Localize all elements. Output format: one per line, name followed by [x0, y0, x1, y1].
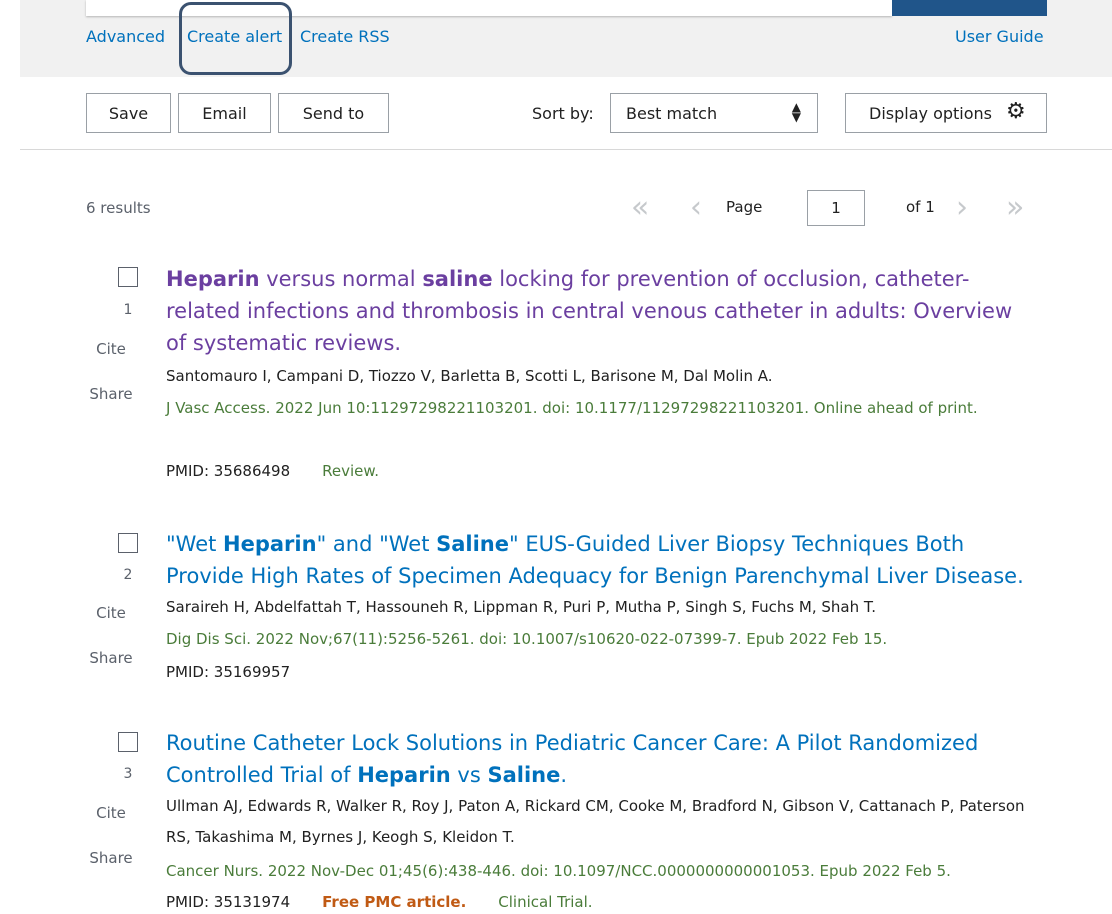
share-button[interactable]: Share — [86, 649, 136, 667]
article-title[interactable]: "Wet Heparin" and "Wet Saline" EUS-Guide… — [166, 528, 1036, 592]
article-publication-type: Clinical Trial. — [498, 893, 593, 911]
share-button[interactable]: Share — [86, 385, 136, 403]
free-pmc-badge[interactable]: Free PMC article. — [322, 893, 466, 911]
results-count: 6 results — [86, 199, 151, 217]
article-pmid: PMID: 35131974 — [166, 893, 291, 911]
article-meta: PMID: 35169957 — [166, 663, 290, 681]
divider — [20, 149, 1112, 150]
previous-page-icon[interactable]: ‹ — [690, 193, 702, 223]
next-page-icon[interactable]: › — [956, 193, 968, 223]
cite-button[interactable]: Cite — [86, 604, 136, 622]
sort-by-label: Sort by: — [532, 104, 594, 123]
page-total-label: of 1 — [906, 198, 935, 216]
article-pmid: PMID: 35169957 — [166, 663, 291, 681]
page-label: Page — [726, 198, 763, 216]
advanced-link[interactable]: Advanced — [86, 27, 165, 46]
page-number-input[interactable] — [807, 190, 865, 226]
sort-select[interactable]: Best match ▲ ▼ — [610, 93, 818, 133]
share-button[interactable]: Share — [86, 849, 136, 867]
article-number: 1 — [123, 302, 133, 318]
search-button[interactable] — [892, 0, 1047, 16]
article-citation: Cancer Nurs. 2022 Nov-Dec 01;45(6):438-4… — [166, 862, 951, 880]
article-publication-type: Review. — [322, 462, 380, 480]
display-options-label: Display options — [869, 104, 992, 123]
article-meta: PMID: 35686498 Review. — [166, 462, 379, 480]
gear-icon: ⚙ — [1006, 99, 1026, 124]
article-title[interactable]: Heparin versus normal saline locking for… — [166, 263, 1036, 359]
article-authors: Saraireh H, Abdelfattah T, Hassouneh R, … — [166, 598, 877, 616]
email-button[interactable]: Email — [178, 93, 271, 133]
article-checkbox[interactable] — [118, 267, 138, 287]
article-meta: PMID: 35131974 Free PMC article. Clinical … — [166, 893, 593, 911]
cite-button[interactable]: Cite — [86, 340, 136, 358]
last-page-icon[interactable]: » — [1006, 193, 1024, 223]
display-options-button[interactable]: Display options ⚙ — [845, 93, 1047, 133]
highlight-annotation-box — [179, 2, 292, 75]
article-checkbox[interactable] — [118, 533, 138, 553]
article-checkbox[interactable] — [118, 732, 138, 752]
sort-select-value: Best match — [626, 104, 718, 123]
article-title[interactable]: Routine Catheter Lock Solutions in Pedia… — [166, 727, 1036, 791]
article-number: 2 — [123, 567, 133, 583]
save-button[interactable]: Save — [86, 93, 171, 133]
user-guide-link[interactable]: User Guide — [955, 27, 1044, 46]
cite-button[interactable]: Cite — [86, 804, 136, 822]
send-to-button[interactable]: Send to — [278, 93, 389, 133]
article-pmid: PMID: 35686498 — [166, 462, 291, 480]
article-authors: Ullman AJ, Edwards R, Walker R, Roy J, P… — [166, 797, 1025, 846]
article-authors: Santomauro I, Campani D, Tiozzo V, Barle… — [166, 367, 773, 385]
article-citation: J Vasc Access. 2022 Jun 10:1129729822110… — [166, 399, 978, 417]
first-page-icon[interactable]: « — [631, 193, 649, 223]
article-number: 3 — [123, 766, 133, 782]
create-rss-link[interactable]: Create RSS — [300, 27, 390, 46]
article-citation: Dig Dis Sci. 2022 Nov;67(11):5256-5261. … — [166, 630, 888, 648]
sort-arrows-icon: ▲ ▼ — [791, 100, 801, 124]
